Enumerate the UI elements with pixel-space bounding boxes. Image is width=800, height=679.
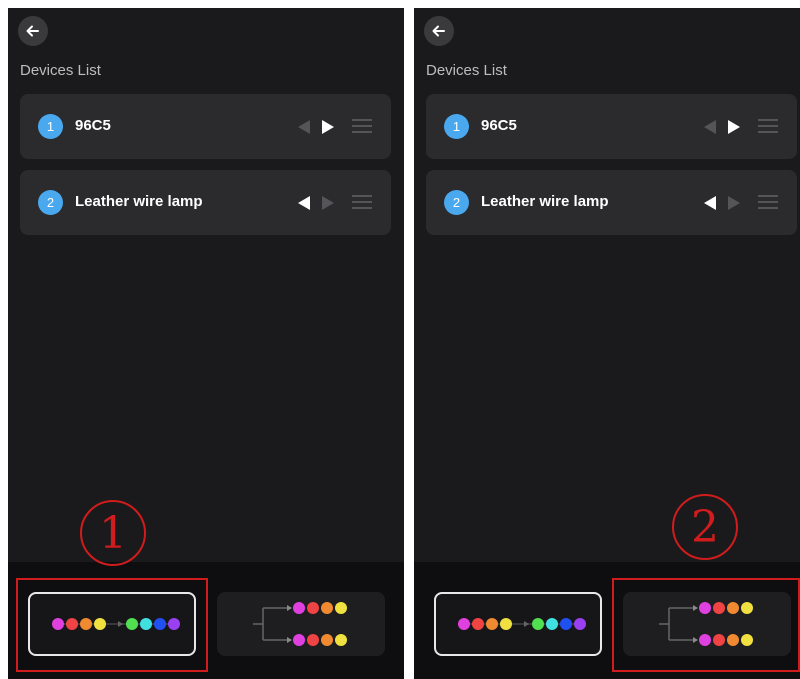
drag-handle-icon[interactable] [758,117,778,135]
triangle-left-icon[interactable] [298,196,310,210]
device-name: 96C5 [75,117,111,134]
triangle-right-icon[interactable] [728,196,740,210]
triangle-right-icon[interactable] [322,120,334,134]
serial-chain-icon [458,618,586,630]
back-button[interactable] [424,16,454,46]
triangle-right-icon[interactable] [728,120,740,134]
triangle-left-icon[interactable] [704,196,716,210]
device-row[interactable]: 2 Leather wire lamp [20,170,391,235]
drag-handle-icon[interactable] [758,193,778,211]
parallel-mode-option[interactable] [217,592,385,656]
highlight-box [612,578,800,672]
device-number-badge: 2 [38,190,63,215]
device-number-badge: 1 [38,114,63,139]
back-arrow-icon [26,25,39,37]
drag-handle-icon[interactable] [352,193,372,211]
triangle-right-icon[interactable] [322,196,334,210]
highlight-box [16,578,208,672]
device-name: 96C5 [481,117,517,134]
device-name: Leather wire lamp [481,193,609,210]
back-arrow-icon [432,25,445,37]
callout-number: 2 [672,494,738,560]
section-title: Devices List [426,62,507,79]
triangle-left-icon[interactable] [704,120,716,134]
back-button[interactable] [18,16,48,46]
drag-handle-icon[interactable] [352,117,372,135]
serial-mode-option[interactable] [434,592,602,656]
section-title: Devices List [20,62,101,79]
device-number-badge: 2 [444,190,469,215]
callout-number: 1 [80,500,146,566]
device-row[interactable]: 2 Leather wire lamp [426,170,797,235]
device-row[interactable]: 1 96C5 [20,94,391,159]
parallel-chain-icon [253,602,347,646]
device-row[interactable]: 1 96C5 [426,94,797,159]
device-number-badge: 1 [444,114,469,139]
device-name: Leather wire lamp [75,193,203,210]
triangle-left-icon[interactable] [298,120,310,134]
